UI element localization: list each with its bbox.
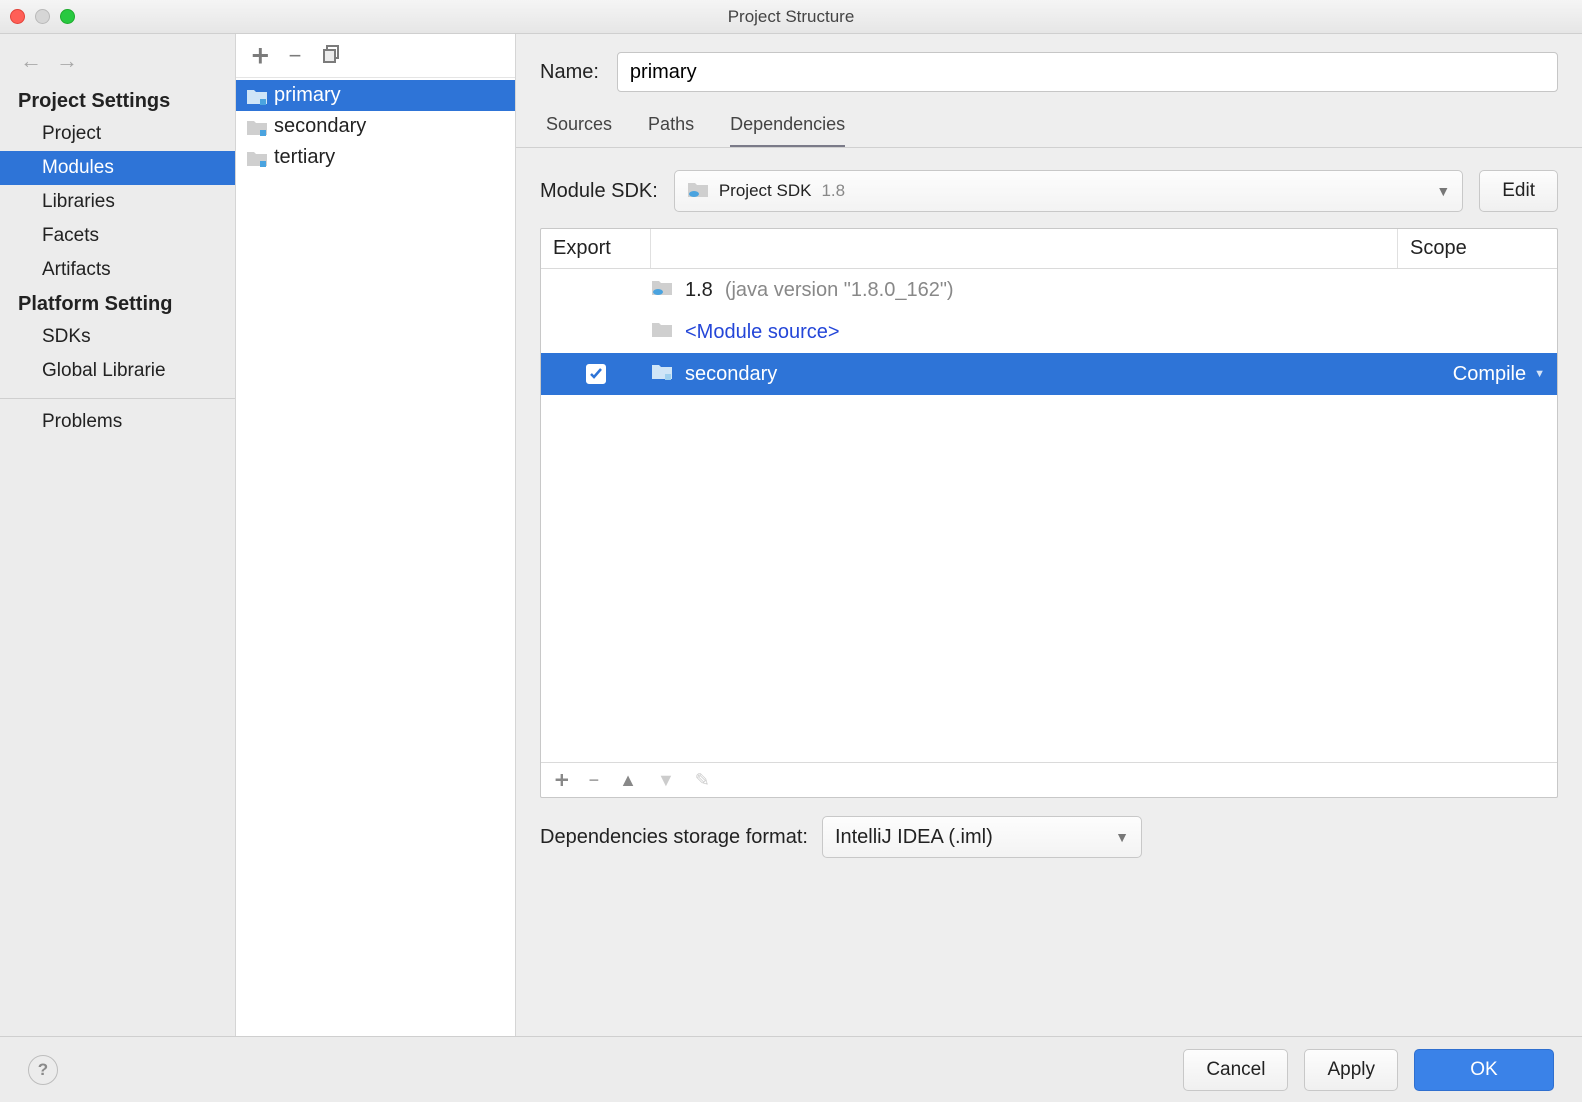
window-minimize-icon[interactable] xyxy=(35,9,50,24)
sidebar-item-facets[interactable]: Facets xyxy=(0,219,235,253)
remove-dependency-icon[interactable]: − xyxy=(589,771,600,789)
dependency-row-module-source[interactable]: <Module source> xyxy=(541,311,1557,353)
edit-dependency-icon[interactable]: ✎ xyxy=(695,771,710,789)
dependency-name: secondary xyxy=(685,363,777,386)
folder-icon xyxy=(651,320,673,344)
storage-format-select[interactable]: IntelliJ IDEA (.iml) ▼ xyxy=(822,816,1142,858)
module-row-secondary[interactable]: secondary xyxy=(236,111,515,142)
module-toolbar: ➕︎ − xyxy=(236,34,515,78)
sdk-value-version: 1.8 xyxy=(821,181,845,201)
module-row-label: tertiary xyxy=(274,146,335,169)
window-title: Project Structure xyxy=(728,7,855,27)
chevron-down-icon: ▼ xyxy=(1534,368,1545,380)
module-row-label: primary xyxy=(274,84,341,107)
sidebar-item-problems[interactable]: Problems xyxy=(0,405,235,439)
help-icon[interactable]: ? xyxy=(28,1055,58,1085)
chevron-down-icon: ▼ xyxy=(1436,183,1450,199)
apply-button[interactable]: Apply xyxy=(1304,1049,1398,1091)
sidebar-item-global-libraries[interactable]: Global Librarie xyxy=(0,354,235,388)
storage-format-label: Dependencies storage format: xyxy=(540,826,808,849)
module-detail: Name: Sources Paths Dependencies Module … xyxy=(516,34,1582,1036)
dependency-name: 1.8 xyxy=(685,279,713,302)
export-checkbox[interactable] xyxy=(586,364,606,384)
cancel-button[interactable]: Cancel xyxy=(1183,1049,1288,1091)
nav-back-icon[interactable]: ← xyxy=(20,48,42,74)
tab-dependencies[interactable]: Dependencies xyxy=(730,114,845,148)
tab-paths[interactable]: Paths xyxy=(648,114,694,148)
module-row-tertiary[interactable]: tertiary xyxy=(236,142,515,173)
dialog-button-bar: ? Cancel Apply OK xyxy=(0,1036,1582,1102)
sdk-icon xyxy=(687,180,709,203)
sidebar-heading-platform-setting: Platform Setting xyxy=(0,287,235,320)
tab-sources[interactable]: Sources xyxy=(546,114,612,148)
module-row-label: secondary xyxy=(274,115,366,138)
storage-format-value: IntelliJ IDEA (.iml) xyxy=(835,826,993,849)
sidebar-item-artifacts[interactable]: Artifacts xyxy=(0,253,235,287)
module-row-primary[interactable]: primary xyxy=(236,80,515,111)
window-close-icon[interactable] xyxy=(10,9,25,24)
dependency-detail: (java version "1.8.0_162") xyxy=(725,279,954,302)
module-folder-icon xyxy=(246,118,268,136)
settings-sidebar: ← → Project Settings Project Modules Lib… xyxy=(0,34,236,1036)
dependencies-body[interactable]: 1.8 (java version "1.8.0_162") <Module s… xyxy=(541,269,1557,762)
nav-forward-icon[interactable]: → xyxy=(56,48,78,74)
window-traffic-lights xyxy=(10,9,75,24)
window-maximize-icon[interactable] xyxy=(60,9,75,24)
column-header-export[interactable]: Export xyxy=(541,229,651,268)
edit-sdk-button[interactable]: Edit xyxy=(1479,170,1558,212)
move-down-icon[interactable]: ▼ xyxy=(657,771,675,789)
sdk-value-prefix: Project SDK xyxy=(719,181,812,201)
copy-icon[interactable] xyxy=(322,44,342,68)
dependencies-toolbar: ➕︎ − ▲ ▼ ✎ xyxy=(541,762,1557,797)
sidebar-heading-project-settings: Project Settings xyxy=(0,84,235,117)
module-folder-icon xyxy=(651,362,673,386)
sidebar-item-modules[interactable]: Modules xyxy=(0,151,235,185)
sdk-folder-icon xyxy=(651,278,673,302)
move-up-icon[interactable]: ▲ xyxy=(619,771,637,789)
add-icon[interactable]: ➕︎ xyxy=(252,45,269,67)
column-header-scope[interactable]: Scope xyxy=(1397,229,1557,268)
module-folder-icon xyxy=(246,87,268,105)
module-sdk-select[interactable]: Project SDK 1.8 ▼ xyxy=(674,170,1463,212)
remove-icon[interactable]: − xyxy=(289,45,302,67)
module-folder-icon xyxy=(246,149,268,167)
titlebar: Project Structure xyxy=(0,0,1582,34)
add-dependency-icon[interactable]: ➕︎ xyxy=(555,771,569,789)
dependency-scope[interactable]: Compile xyxy=(1453,363,1526,386)
sidebar-item-project[interactable]: Project xyxy=(0,117,235,151)
sidebar-item-sdks[interactable]: SDKs xyxy=(0,320,235,354)
dependency-row-sdk[interactable]: 1.8 (java version "1.8.0_162") xyxy=(541,269,1557,311)
name-label: Name: xyxy=(540,61,599,84)
module-panel: ➕︎ − primary secondary xyxy=(236,34,516,1036)
dependencies-table: Export Scope 1.8 (java version "1.8.0_16… xyxy=(540,228,1558,798)
module-sdk-label: Module SDK: xyxy=(540,180,658,203)
module-name-input[interactable] xyxy=(617,52,1558,92)
module-list[interactable]: primary secondary tertiary xyxy=(236,78,515,1036)
sidebar-item-libraries[interactable]: Libraries xyxy=(0,185,235,219)
dependency-row-module[interactable]: secondary Compile ▼ xyxy=(541,353,1557,395)
nav-history: ← → xyxy=(0,34,235,84)
chevron-down-icon: ▼ xyxy=(1115,829,1129,845)
dependencies-header: Export Scope xyxy=(541,229,1557,269)
sidebar-divider xyxy=(0,398,235,399)
ok-button[interactable]: OK xyxy=(1414,1049,1554,1091)
detail-tabs: Sources Paths Dependencies xyxy=(516,92,1582,148)
dependency-name: <Module source> xyxy=(685,321,840,344)
